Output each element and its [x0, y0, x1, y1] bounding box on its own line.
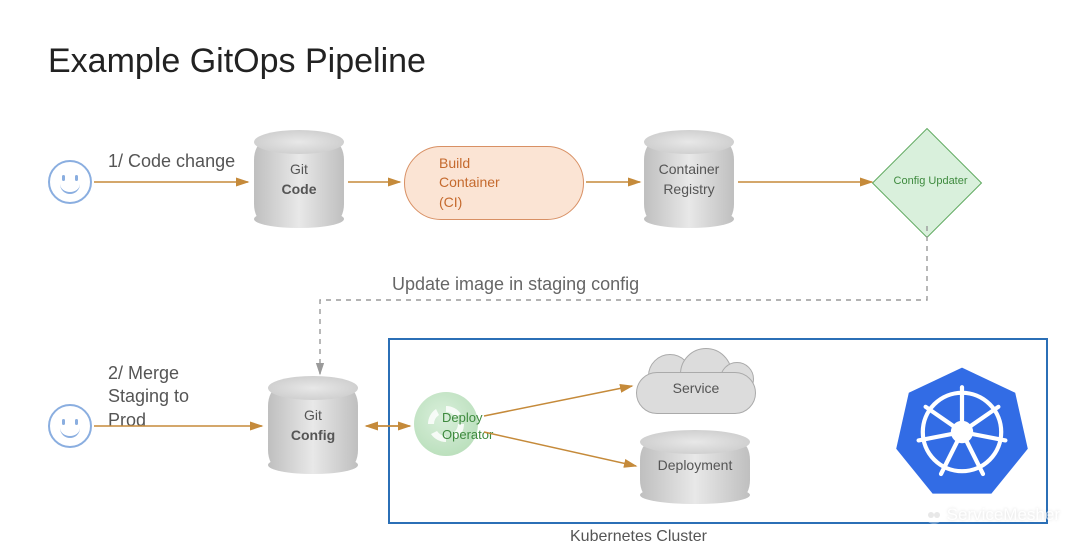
cluster-label: Kubernetes Cluster [570, 528, 707, 546]
deploy-operator-label: Deploy Operator [442, 410, 493, 444]
user-icon [48, 404, 92, 448]
user-icon [48, 160, 92, 204]
container-registry-cylinder: Container Registry [644, 142, 734, 222]
cyl-sublabel: Code [282, 181, 317, 197]
cyl-label: Deployment [640, 456, 750, 476]
deployment-cylinder: Deployment [640, 442, 750, 498]
cyl-label: Container Registry [644, 160, 734, 199]
step2-label: 2/ Merge Staging to Prod [108, 362, 189, 432]
config-updater-diamond: Config Updater [872, 128, 982, 238]
build-container-box: Build Container (CI) [404, 146, 584, 220]
update-caption: Update image in staging config [392, 274, 639, 295]
kubernetes-icon [892, 362, 1032, 502]
wechat-icon [925, 506, 943, 524]
git-code-cylinder: Git Code [254, 142, 344, 222]
diamond-label: Config Updater [876, 175, 986, 187]
step1-label: 1/ Code change [108, 150, 235, 173]
watermark-text: ServiceMesher [947, 505, 1060, 525]
build-container-label: Build Container (CI) [439, 154, 500, 213]
git-config-cylinder: Git Config [268, 388, 358, 468]
watermark: ServiceMesher [925, 505, 1060, 525]
page-title: Example GitOps Pipeline [48, 42, 426, 81]
cloud-label: Service [636, 380, 756, 396]
service-cloud: Service [636, 354, 756, 414]
cyl-sublabel: Config [291, 427, 335, 443]
cyl-label: Git [290, 161, 308, 177]
cyl-label: Git [304, 407, 322, 423]
